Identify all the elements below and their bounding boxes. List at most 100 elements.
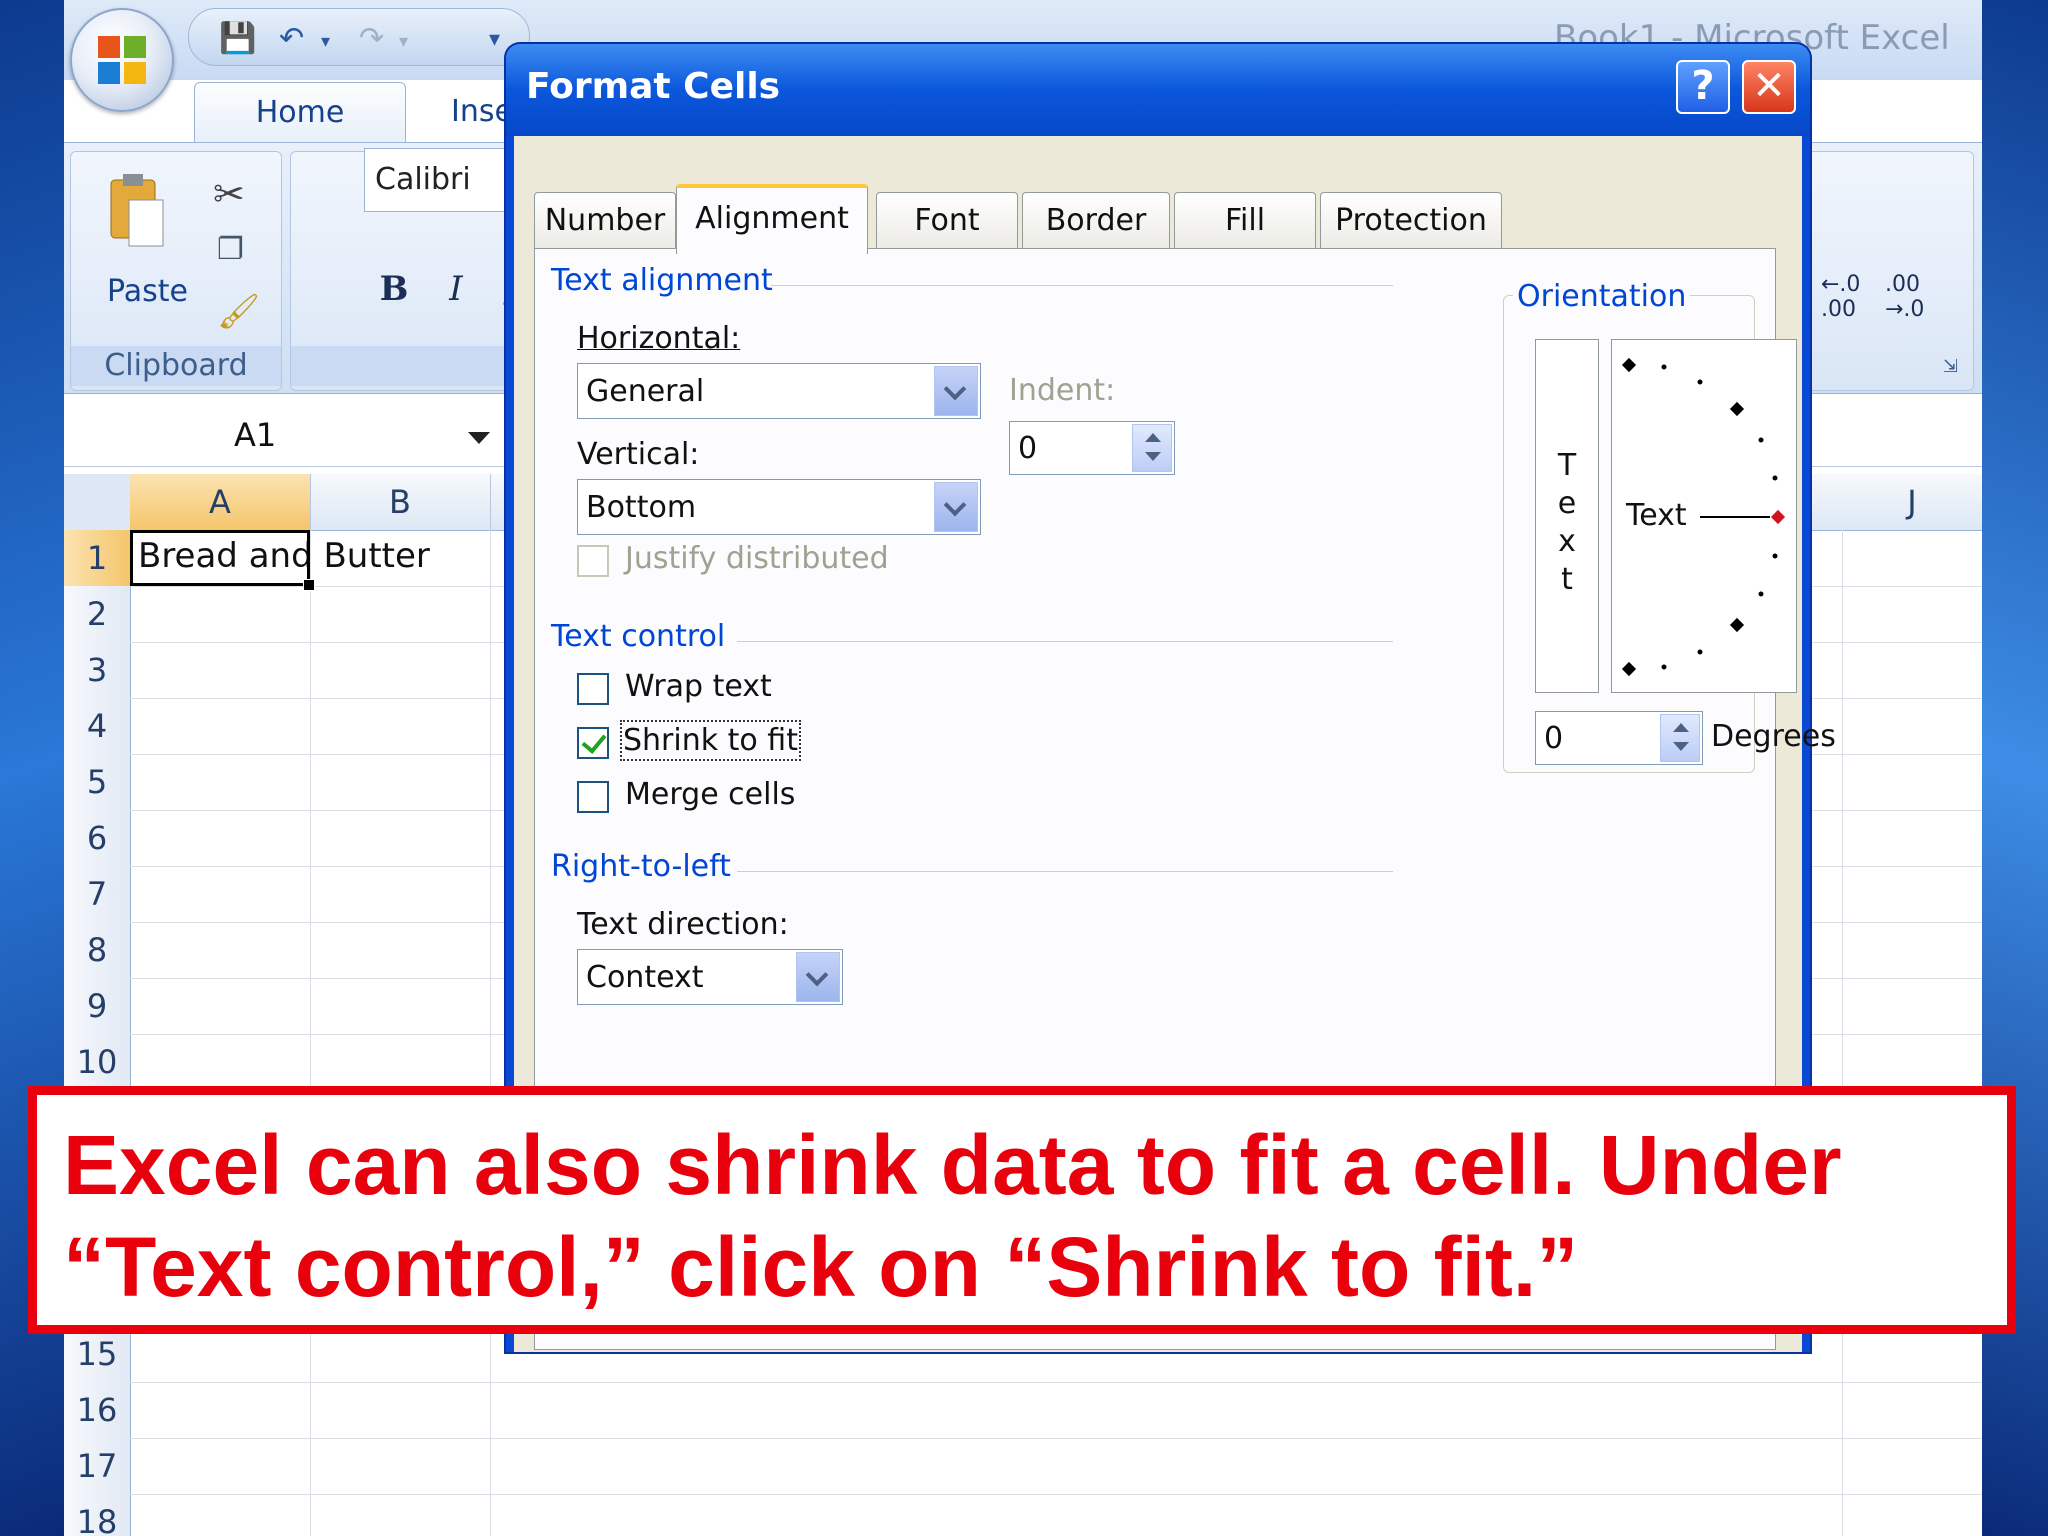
horizontal-label: Horizontal:	[577, 321, 741, 356]
spinner-arrows-icon[interactable]	[1132, 424, 1172, 472]
redo-icon[interactable]: ↷	[359, 21, 384, 56]
tab-fill[interactable]: Fill	[1174, 192, 1316, 249]
vertical-text-orientation-button[interactable]: T e x t	[1535, 339, 1599, 693]
dialog-title: Format Cells	[526, 66, 781, 107]
paste-label: Paste	[107, 274, 188, 309]
help-button[interactable]: ?	[1676, 60, 1730, 114]
text-control-section-title: Text control	[551, 619, 726, 654]
row-header[interactable]: 9	[64, 978, 131, 1035]
indent-spinner[interactable]: 0	[1009, 421, 1175, 475]
tab-number[interactable]: Number	[534, 192, 676, 249]
office-logo-icon	[98, 36, 146, 84]
spinner-arrows-icon[interactable]	[1660, 714, 1700, 762]
grid-line	[130, 1382, 1982, 1383]
row-header[interactable]: 15	[64, 1326, 131, 1383]
select-all-corner[interactable]	[64, 474, 131, 530]
text-alignment-section-title: Text alignment	[551, 263, 773, 298]
merge-cells-checkbox[interactable]	[577, 781, 609, 813]
section-divider	[771, 285, 1393, 286]
tab-font[interactable]: Font	[876, 192, 1018, 249]
degrees-spinner[interactable]: 0	[1535, 711, 1703, 765]
fill-handle[interactable]	[303, 579, 315, 591]
vertical-select[interactable]: Bottom	[577, 479, 981, 535]
row-header[interactable]: 10	[64, 1034, 131, 1091]
horizontal-select-value: General	[586, 374, 705, 409]
orientation-dial[interactable]: Text	[1611, 339, 1797, 693]
increase-decimal-icon[interactable]: ←.0.00	[1821, 272, 1860, 322]
clipboard-group: Paste ✂ ❐ 🖌 Clipboard	[70, 151, 282, 391]
clipboard-group-label: Clipboard	[71, 346, 281, 386]
quick-access-toolbar: 💾 ↶ ▾ ↷ ▾ ▾	[188, 8, 530, 66]
row-header[interactable]: 1	[64, 530, 131, 587]
decrease-decimal-icon[interactable]: .00 →.0	[1885, 272, 1924, 322]
indent-label: Indent:	[1009, 373, 1116, 408]
row-header[interactable]: 16	[64, 1382, 131, 1439]
bold-button[interactable]: B	[368, 262, 420, 316]
name-box[interactable]: A1	[64, 406, 504, 467]
vertical-select-value: Bottom	[586, 490, 697, 525]
justify-distributed-label: Justify distributed	[625, 541, 889, 576]
column-header-a[interactable]: A	[130, 474, 311, 530]
cut-icon[interactable]: ✂	[213, 172, 245, 216]
grid-line	[1842, 530, 1843, 1536]
orientation-text-label: Text	[1626, 498, 1687, 533]
grid-line	[310, 530, 311, 1536]
degrees-value: 0	[1544, 721, 1564, 756]
wrap-text-checkbox[interactable]	[577, 673, 609, 705]
row-header[interactable]: 18	[64, 1494, 131, 1536]
tab-home[interactable]: Home	[194, 82, 406, 143]
orientation-section-title: Orientation	[1513, 279, 1691, 314]
right-to-left-section-title: Right-to-left	[551, 849, 731, 884]
name-box-dropdown-icon[interactable]	[468, 432, 490, 444]
text-direction-select[interactable]: Context	[577, 949, 843, 1005]
dialog-title-bar[interactable]: Format Cells ? ✕	[506, 44, 1810, 136]
undo-icon[interactable]: ↶	[279, 21, 304, 56]
row-header[interactable]: 4	[64, 698, 131, 755]
save-icon[interactable]: 💾	[219, 21, 256, 56]
chevron-down-icon[interactable]	[796, 952, 840, 1002]
tab-border[interactable]: Border	[1022, 192, 1170, 249]
text-direction-label: Text direction:	[577, 907, 789, 942]
copy-icon[interactable]: ❐	[217, 232, 244, 267]
customize-qat-icon[interactable]: ▾	[489, 27, 500, 52]
active-cell-a1[interactable]	[130, 530, 315, 591]
column-header-j[interactable]: J	[1842, 474, 1982, 530]
row-header[interactable]: 2	[64, 586, 131, 643]
grid-line	[130, 1494, 1982, 1495]
format-painter-icon[interactable]: 🖌	[217, 292, 260, 332]
checkmark-icon	[581, 728, 607, 754]
name-box-value: A1	[234, 416, 277, 454]
chevron-down-icon[interactable]	[934, 482, 978, 532]
number-group-launcher-icon[interactable]: ⇲	[1943, 356, 1958, 377]
office-button[interactable]	[70, 8, 174, 112]
text-direction-value: Context	[586, 960, 704, 995]
grid-line	[490, 530, 491, 1536]
italic-button[interactable]: I	[430, 262, 482, 316]
row-header[interactable]: 17	[64, 1438, 131, 1495]
paste-icon[interactable]	[107, 172, 167, 252]
tab-protection[interactable]: Protection	[1320, 192, 1502, 249]
section-divider	[737, 871, 1393, 872]
justify-distributed-checkbox[interactable]	[577, 545, 609, 577]
instruction-caption: Excel can also shrink data to fit a cell…	[28, 1086, 2016, 1334]
horizontal-select[interactable]: General	[577, 363, 981, 419]
close-button[interactable]: ✕	[1742, 60, 1796, 114]
shrink-to-fit-label[interactable]: Shrink to fit	[620, 720, 801, 761]
row-header[interactable]: 8	[64, 922, 131, 979]
row-header[interactable]: 7	[64, 866, 131, 923]
indent-value: 0	[1018, 431, 1038, 466]
vertical-text-char: T	[1557, 448, 1577, 483]
shrink-to-fit-checkbox[interactable]	[577, 727, 609, 759]
caption-line-1: Excel can also shrink data to fit a cell…	[63, 1118, 1842, 1212]
vertical-label: Vertical:	[577, 437, 700, 472]
undo-dropdown-icon[interactable]: ▾	[321, 31, 330, 52]
row-header[interactable]: 5	[64, 754, 131, 811]
vertical-text-char: x	[1558, 524, 1576, 559]
row-header[interactable]: 6	[64, 810, 131, 867]
column-header-b[interactable]: B	[310, 474, 491, 530]
redo-dropdown-icon[interactable]: ▾	[399, 31, 408, 52]
tab-alignment[interactable]: Alignment	[676, 184, 868, 254]
chevron-down-icon[interactable]	[934, 366, 978, 416]
vertical-text-char: e	[1557, 486, 1577, 521]
row-header[interactable]: 3	[64, 642, 131, 699]
